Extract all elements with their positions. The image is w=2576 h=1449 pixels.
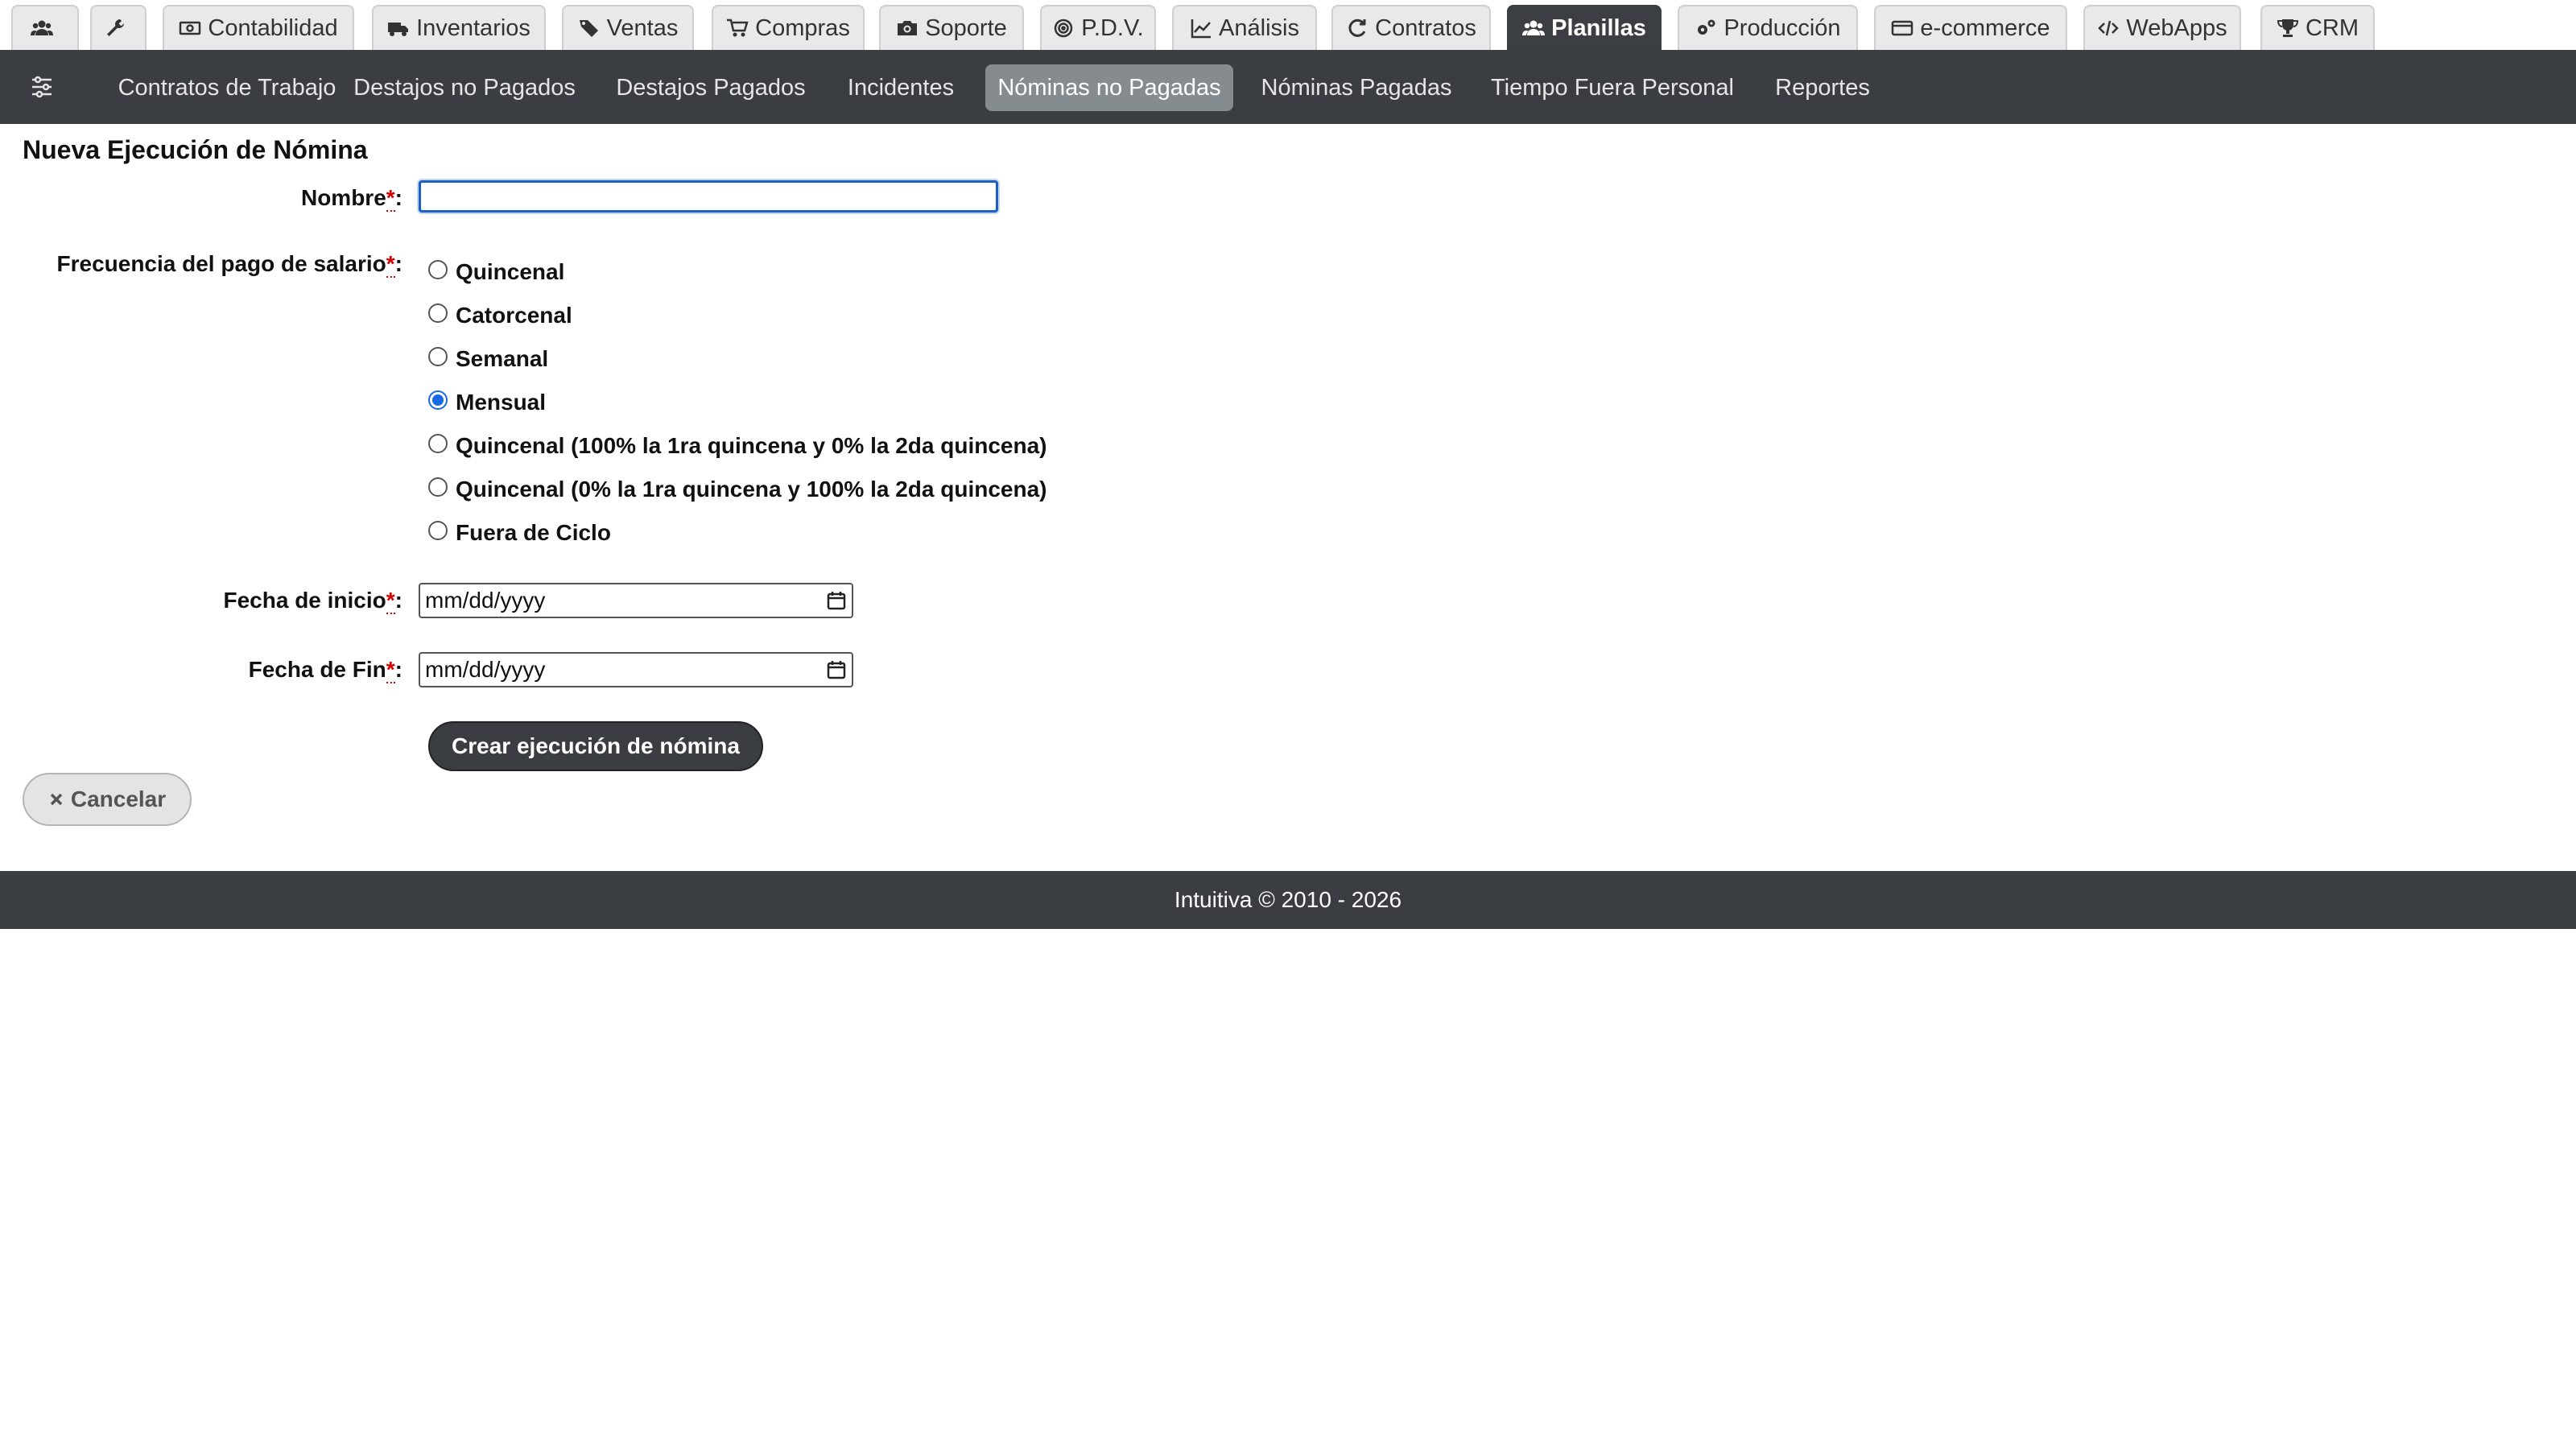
sliders-icon[interactable]	[27, 72, 56, 101]
submenu-destajos-no-pagados[interactable]: Destajos no Pagados	[341, 64, 588, 111]
close-icon	[50, 793, 63, 806]
tags-icon	[579, 20, 598, 37]
end-date-label: Fecha de Fin*:	[248, 657, 402, 683]
submenu-bar: Contratos de Trabajo Destajos no Pagados…	[0, 50, 2576, 124]
frequency-option-semanal[interactable]: Semanal	[428, 343, 548, 375]
truck-icon	[388, 23, 409, 36]
tab-inventarios[interactable]: Inventarios	[372, 5, 546, 50]
start-date-label: Fecha de inicio*:	[223, 588, 402, 614]
radio-button[interactable]	[428, 521, 448, 540]
submenu-destajos-pagados[interactable]: Destajos Pagados	[596, 64, 826, 111]
radio-button[interactable]	[428, 434, 448, 453]
tab-crm[interactable]: CRM	[2260, 5, 2375, 50]
frequency-option-fuera-de-ciclo[interactable]: Fuera de Ciclo	[428, 517, 611, 549]
submenu-contratos-trabajo[interactable]: Contratos de Trabajo	[84, 64, 370, 111]
tab-tools[interactable]	[90, 5, 147, 50]
refresh-icon	[1348, 19, 1366, 37]
required-mark: *	[386, 657, 395, 683]
frequency-option-quincenal-0-100[interactable]: Quincenal (0% la 1ra quincena y 100% la …	[428, 473, 1047, 506]
create-payroll-run-button[interactable]: Crear ejecución de nómina	[428, 721, 763, 771]
page-title: Nueva Ejecución de Nómina	[23, 135, 368, 164]
tab-ventas[interactable]: Ventas	[562, 5, 694, 50]
module-tabbar: Contabilidad Inventarios Ventas Compras …	[0, 0, 2576, 52]
radio-button[interactable]	[428, 347, 448, 366]
end-date-input[interactable]: mm/dd/yyyy	[419, 652, 853, 687]
tab-planillas[interactable]: Planillas	[1507, 5, 1662, 50]
required-mark: *	[386, 185, 395, 212]
start-date-input[interactable]: mm/dd/yyyy	[419, 583, 853, 618]
wrench-icon	[107, 19, 124, 36]
submenu-nominas-pagadas[interactable]: Nóminas Pagadas	[1249, 64, 1463, 111]
tab-analisis[interactable]: Análisis	[1172, 5, 1317, 50]
credit-card-icon	[1892, 20, 1913, 36]
radio-button[interactable]	[428, 477, 448, 497]
frequency-option-quincenal[interactable]: Quincenal	[428, 256, 564, 288]
footer: Intuitiva © 2010 - 2026	[0, 871, 2576, 929]
frequency-option-quincenal-100-0[interactable]: Quincenal (100% la 1ra quincena y 0% la …	[428, 430, 1047, 462]
camera-icon	[898, 21, 918, 35]
tab-contratos[interactable]: Contratos	[1331, 5, 1491, 50]
users-icon	[31, 20, 53, 35]
chart-line-icon	[1191, 19, 1212, 39]
name-label: Nombre*:	[300, 185, 402, 212]
bullseye-icon	[1055, 19, 1073, 38]
submenu-tiempo-fuera-personal[interactable]: Tiempo Fuera Personal	[1473, 64, 1752, 111]
submenu-nominas-no-pagadas[interactable]: Nóminas no Pagadas	[985, 64, 1233, 111]
radio-button-checked[interactable]	[428, 390, 448, 410]
users-icon	[1522, 20, 1546, 35]
frequency-option-mensual[interactable]: Mensual	[428, 386, 546, 419]
tab-pdv[interactable]: P.D.V.	[1040, 5, 1156, 50]
tab-compras[interactable]: Compras	[712, 5, 865, 50]
required-mark: *	[386, 588, 395, 614]
cart-icon	[727, 19, 749, 37]
tab-produccion[interactable]: Producción	[1678, 5, 1858, 50]
name-input[interactable]	[419, 180, 998, 213]
radio-button[interactable]	[428, 303, 448, 323]
tab-contabilidad[interactable]: Contabilidad	[163, 5, 354, 50]
tab-soporte[interactable]: Soporte	[879, 5, 1024, 50]
footer-copyright: Intuitiva © 2010 - 2026	[1174, 887, 1402, 912]
trophy-icon	[2277, 19, 2298, 37]
code-icon	[2098, 20, 2120, 36]
submenu-reportes[interactable]: Reportes	[1760, 64, 1885, 111]
required-mark: *	[386, 251, 395, 278]
radio-button[interactable]	[428, 260, 448, 279]
tab-webapps[interactable]: WebApps	[2083, 5, 2241, 50]
money-icon	[180, 21, 201, 35]
gears-icon	[1698, 19, 1715, 35]
frequency-label: Frecuencia del pago de salario*:	[56, 251, 402, 278]
frequency-option-catorcenal[interactable]: Catorcenal	[428, 299, 572, 332]
cancel-button[interactable]: Cancelar	[23, 773, 192, 826]
submenu-incidentes[interactable]: Incidentes	[834, 64, 968, 111]
calendar-icon[interactable]	[826, 590, 847, 611]
tab-users[interactable]	[11, 5, 79, 50]
calendar-icon[interactable]	[826, 659, 847, 680]
tab-ecommerce[interactable]: e-commerce	[1874, 5, 2067, 50]
